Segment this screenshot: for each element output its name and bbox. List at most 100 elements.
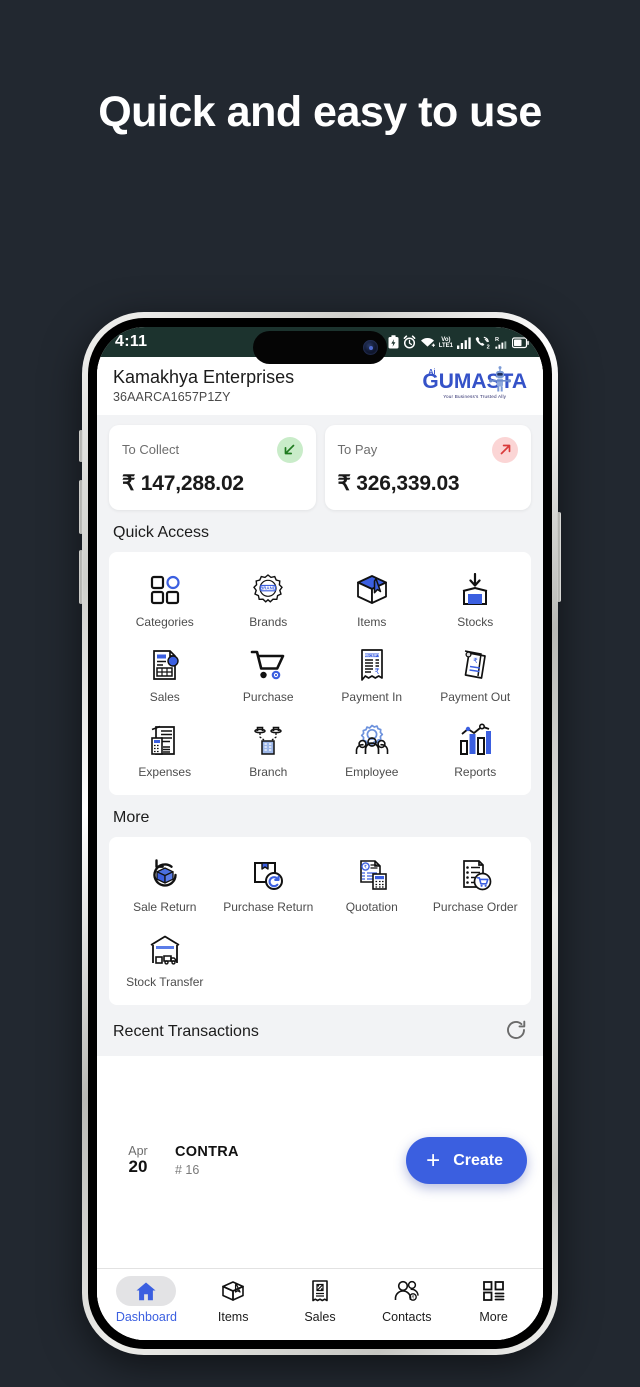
grid-label: Payment Out	[440, 689, 511, 704]
business-name: Kamakhya Enterprises	[113, 367, 295, 387]
nav-label: More	[479, 1310, 508, 1324]
more-row-1: Sale Return Purchase Return ₹ Quotation …	[113, 847, 527, 922]
call-volte2-icon: 2	[475, 336, 491, 349]
svg-text:₹: ₹	[374, 667, 379, 676]
shopping-cart-icon	[250, 645, 286, 685]
grid-label: Categories	[135, 614, 194, 629]
transaction-date: Apr 20	[119, 1144, 157, 1177]
grid-item-items[interactable]: Items	[320, 562, 424, 637]
grid-item-categories[interactable]: Categories	[113, 562, 217, 637]
nav-label: Contacts	[382, 1310, 432, 1324]
dynamic-island	[253, 331, 387, 364]
wifi-icon	[420, 336, 435, 349]
silent-switch[interactable]	[79, 430, 83, 462]
svg-text:RECEIPT: RECEIPT	[364, 653, 380, 657]
svg-text:₹: ₹	[474, 657, 479, 665]
grid-item-brands[interactable]: BRAND Brands	[217, 562, 321, 637]
to-collect-label: To Collect	[122, 442, 180, 458]
grid-item-stocks[interactable]: Stocks	[424, 562, 528, 637]
quick-access-heading: Quick Access	[113, 523, 210, 541]
svg-text:BRAND: BRAND	[260, 585, 276, 590]
grid-item-reports[interactable]: Reports	[424, 712, 528, 787]
nav-label: Dashboard	[115, 1310, 177, 1324]
sales-invoice-icon	[149, 645, 181, 685]
grid-label: Items	[357, 614, 387, 629]
grid-label: Purchase Order	[432, 899, 518, 914]
box-icon	[354, 570, 390, 610]
purchase-return-icon	[251, 855, 285, 895]
create-button-label: Create	[453, 1151, 503, 1169]
phone-bezel: 4:11 Vo) LTE1 2 R Kamakhya Enterprises 3…	[88, 318, 552, 1349]
grid-label: Quotation	[345, 899, 398, 914]
grid-item-sales[interactable]: Sales	[113, 637, 217, 712]
status-time: 4:11	[115, 333, 148, 350]
grid-item-payment-out[interactable]: ₹ Payment Out	[424, 637, 528, 712]
svg-text:₹: ₹	[364, 864, 367, 870]
grid-item-expenses[interactable]: Expenses	[113, 712, 217, 787]
nav-item-dashboard[interactable]: Dashboard	[103, 1276, 190, 1324]
status-icons: Vo) LTE1 2 R	[388, 335, 529, 349]
to-collect-card[interactable]: To Collect ₹ 147,288.02	[109, 424, 316, 510]
to-pay-label: To Pay	[337, 442, 378, 458]
arrow-down-left-icon	[276, 436, 303, 463]
front-camera-icon	[363, 340, 378, 355]
transaction-info[interactable]: CONTRA # 16	[175, 1144, 239, 1177]
stock-in-icon	[459, 570, 491, 610]
grid-label: Stock Transfer	[126, 974, 204, 989]
scroll-area[interactable]: To Collect ₹ 147,288.02 To Pay ₹ 326,339…	[97, 415, 543, 1268]
quick-access-row-2: Sales Purchase RECEIPT ₹ Payment In ₹ Pa…	[113, 637, 527, 712]
transaction-list: Apr 20 CONTRA # 16 + Create	[97, 1055, 543, 1268]
grid-item-purchase[interactable]: Purchase	[217, 637, 321, 712]
app-content: Kamakhya Enterprises 36AARCA1657P1ZY Ai …	[97, 357, 543, 1340]
grid-label: Reports	[454, 764, 497, 779]
grid-item-purchase-order[interactable]: Purchase Order	[424, 847, 528, 922]
grid-item-quotation[interactable]: ₹ Quotation	[320, 847, 424, 922]
logo-ai-label: Ai	[428, 369, 436, 377]
grid-label: Sales	[149, 689, 180, 704]
summary-cards: To Collect ₹ 147,288.02 To Pay ₹ 326,339…	[97, 415, 543, 510]
grid-item-empty	[424, 922, 528, 997]
to-collect-amount: ₹ 147,288.02	[122, 471, 244, 495]
grid-item-sale-return[interactable]: Sale Return	[113, 847, 217, 922]
refresh-icon[interactable]	[505, 1019, 527, 1046]
business-info: Kamakhya Enterprises 36AARCA1657P1ZY	[113, 367, 294, 404]
grid-label: Expenses	[138, 764, 192, 779]
recent-transactions-heading: Recent Transactions	[97, 1005, 543, 1056]
more-row-2: Stock Transfer	[113, 922, 527, 997]
svg-text:2: 2	[487, 344, 490, 349]
volume-up-button[interactable]	[79, 480, 83, 534]
grid-label: Purchase Return	[223, 899, 314, 914]
quick-access-row-3: Expenses Branch Employee Reports	[113, 712, 527, 787]
page-title: Quick and easy to use	[98, 88, 542, 136]
grid-item-branch[interactable]: Branch	[217, 712, 321, 787]
contacts-icon: ₹	[377, 1276, 437, 1306]
more-grid: Sale Return Purchase Return ₹ Quotation …	[109, 836, 531, 1005]
create-button[interactable]: + Create	[406, 1137, 527, 1185]
more-heading: More	[113, 808, 150, 826]
grid-label: Employee	[345, 764, 399, 779]
logo-tagline: Your Business's Trusted Ally	[443, 394, 507, 400]
transaction-day: 20	[128, 1157, 148, 1177]
logo-wordmark: GUMASTA	[422, 370, 527, 394]
grid-item-purchase-return[interactable]: Purchase Return	[217, 847, 321, 922]
grid-label: Payment In	[341, 689, 403, 704]
nav-item-more[interactable]: More	[450, 1276, 537, 1324]
grid-item-employee[interactable]: Employee	[320, 712, 424, 787]
receipt-in-icon: RECEIPT ₹	[358, 645, 386, 685]
to-pay-card[interactable]: To Pay ₹ 326,339.03	[324, 424, 531, 510]
grid-label: Purchase	[242, 689, 294, 704]
grid-item-empty	[320, 922, 424, 997]
volume-down-button[interactable]	[79, 550, 83, 604]
grid-item-payment-in[interactable]: RECEIPT ₹ Payment In	[320, 637, 424, 712]
power-button[interactable]	[557, 512, 561, 602]
nav-item-items[interactable]: Items	[190, 1276, 277, 1324]
nav-item-contacts[interactable]: ₹ Contacts	[363, 1276, 450, 1324]
nav-item-sales[interactable]: Sales	[277, 1276, 364, 1324]
expenses-icon	[149, 720, 181, 760]
stock-transfer-icon	[148, 930, 182, 970]
categories-icon	[148, 570, 182, 610]
transaction-number: # 16	[175, 1163, 200, 1178]
roaming-signal-icon: R	[495, 336, 508, 349]
phone-screen: 4:11 Vo) LTE1 2 R Kamakhya Enterprises 3…	[97, 327, 543, 1340]
grid-item-stock-transfer[interactable]: Stock Transfer	[113, 922, 217, 997]
